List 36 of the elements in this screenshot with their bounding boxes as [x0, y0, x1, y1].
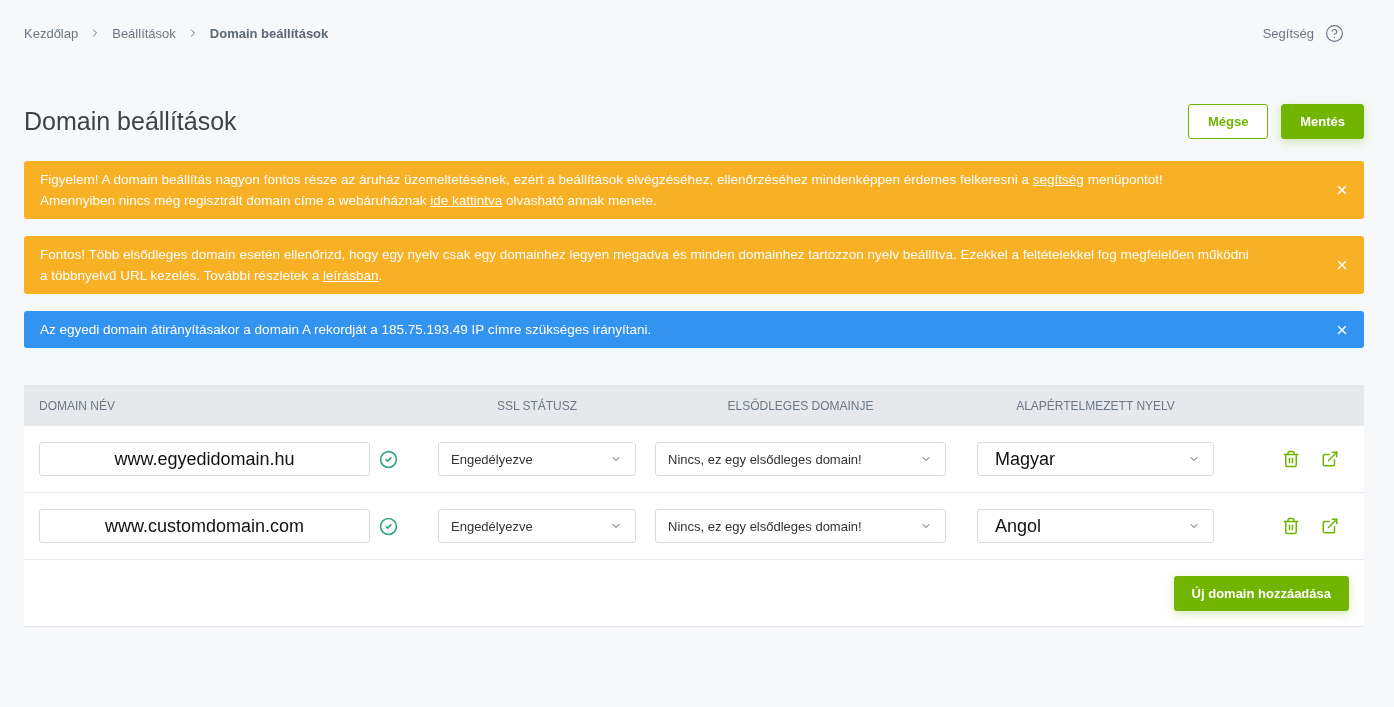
close-button[interactable] — [1335, 183, 1349, 197]
column-header: ALAPÉRTELMEZETT NYELV — [1015, 398, 1176, 413]
domain-input-field[interactable]: www.customdomain.com — [39, 509, 370, 543]
column-header: ELSŐDLEGES DOMAINJE — [726, 398, 875, 413]
alert-text: Figyelem! A domain beállítás nagyon fontos része az áruház üzemeltetésének, ezért a beállítások elvégzéséhez, ellenőrzéséhez mindenképpen érdemes felkeresni a segítség menüpontot! Amennyiben nincs még regisztrált domain címe a webáruháznak ide kattintva olvasható annak menete. — [40, 171, 1164, 210]
help-icon[interactable] — [1325, 23, 1344, 43]
external-link-icon — [1321, 450, 1339, 468]
close-icon — [1335, 258, 1349, 272]
primary-domain-select[interactable]: Nincs, ez egy elsődleges domain! — [655, 442, 946, 476]
column-header: DOMAIN NÉV — [39, 398, 116, 413]
alert-text: Fontos! Több elsődleges domain esetén ellenőrizd, hogy egy nyelv csak egy domainhez legyen megadva és minden domainhez tartozzon nyelv beállítva. Ezekkel a feltételekkel fog megfelelően működni a többnyelvű URL kezelés. További részletek a leírásban. — [40, 246, 1250, 285]
save-button[interactable]: Mentés — [1281, 104, 1364, 139]
language-select[interactable]: Angol — [977, 509, 1214, 543]
close-button[interactable] — [1335, 258, 1349, 272]
open-link-button[interactable] — [1321, 517, 1339, 535]
language-select[interactable]: Magyar — [977, 442, 1214, 476]
ssl-status-select[interactable]: Engedélyezve — [438, 509, 636, 543]
help-link[interactable]: Segítség — [1262, 25, 1314, 41]
ssl-status-select[interactable]: Engedélyezve — [438, 442, 636, 476]
add-domain-button[interactable]: Új domain hozzáadása — [1173, 575, 1349, 611]
close-icon — [1335, 183, 1349, 197]
primary-domain-select[interactable]: Nincs, ez egy elsődleges domain! — [655, 509, 946, 543]
cancel-button[interactable]: Mégse — [1188, 104, 1269, 139]
breadcrumb-current: Domain beállítások — [209, 25, 329, 41]
page-title: Domain beállítások — [24, 107, 237, 136]
alert-text: Az egyedi domain átirányításakor a domain A rekordját a 185.75.193.49 IP címre szükséges irányítani. — [40, 321, 653, 339]
domain-input-field[interactable]: www.egyedidomain.hu — [39, 442, 370, 476]
external-link-icon — [1321, 517, 1339, 535]
column-header: SSL STÁTUSZ — [495, 398, 579, 413]
trash-icon — [1282, 450, 1300, 468]
trash-icon — [1282, 517, 1300, 535]
breadcrumb-link[interactable]: Beállítások — [112, 25, 176, 41]
breadcrumb-link[interactable]: Kezdőlap — [24, 25, 79, 41]
delete-button[interactable] — [1282, 450, 1300, 468]
delete-button[interactable] — [1282, 517, 1300, 535]
open-link-button[interactable] — [1321, 450, 1339, 468]
